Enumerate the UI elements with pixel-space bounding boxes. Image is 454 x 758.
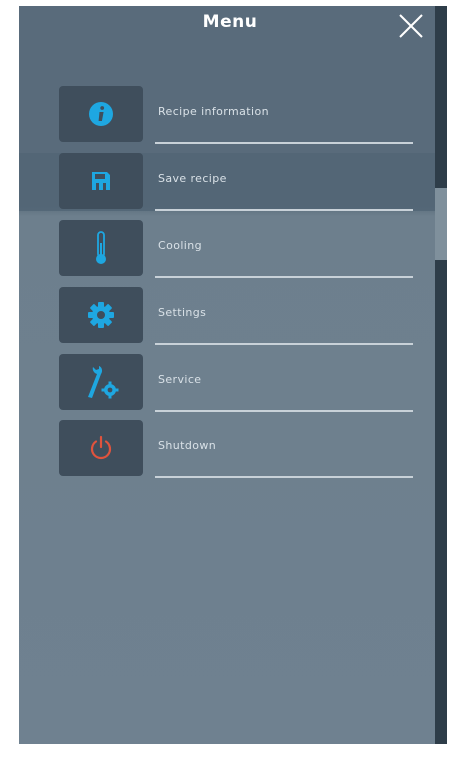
menu-item-recipe-information[interactable]: Recipe information: [59, 86, 413, 144]
menu-item-divider: [155, 276, 413, 278]
thermometer-icon: [96, 231, 106, 264]
menu-item-icon-tile: [59, 153, 143, 209]
menu-item-icon-tile: [59, 86, 143, 142]
power-icon: [90, 435, 112, 460]
menu-item-icon-tile: [59, 220, 143, 276]
menu-item-icon-tile: [59, 420, 143, 476]
menu-item-shutdown[interactable]: Shutdown: [59, 420, 413, 478]
scrollbar-thumb[interactable]: [435, 188, 447, 260]
menu-item-settings[interactable]: Settings: [59, 287, 413, 345]
menu-item-label: Recipe information: [158, 105, 269, 118]
menu-panel: Menu Recipe information Save recipe Cool…: [19, 6, 435, 744]
menu-item-service[interactable]: Service: [59, 354, 413, 412]
scrollbar-track[interactable]: [435, 6, 447, 744]
menu-item-divider: [155, 410, 413, 412]
menu-item-label: Settings: [158, 306, 207, 319]
menu-item-divider: [155, 476, 413, 478]
menu-item-divider: [155, 209, 413, 211]
menu-title-text: Menu: [202, 12, 258, 32]
gear-icon: [88, 302, 114, 328]
menu-item-label: Shutdown: [158, 439, 217, 452]
menu-item-icon-tile: [59, 287, 143, 343]
app-frame: Menu Recipe information Save recipe Cool…: [0, 0, 454, 758]
menu-item-label: Service: [158, 373, 202, 386]
menu-item-divider: [155, 142, 413, 144]
close-button[interactable]: [397, 12, 425, 40]
save-icon: [92, 172, 110, 190]
menu-item-label: Save recipe: [158, 172, 227, 185]
menu-item-divider: [155, 343, 413, 345]
info-icon: [89, 102, 113, 126]
menu-item-icon-tile: [59, 354, 143, 410]
close-icon: [399, 14, 423, 38]
menu-item-cooling[interactable]: Cooling: [59, 220, 413, 278]
wrench-gear-icon: [88, 366, 119, 399]
menu-item-save-recipe[interactable]: Save recipe: [59, 153, 413, 211]
menu-title: Menu: [19, 12, 435, 32]
menu-item-label: Cooling: [158, 239, 203, 252]
